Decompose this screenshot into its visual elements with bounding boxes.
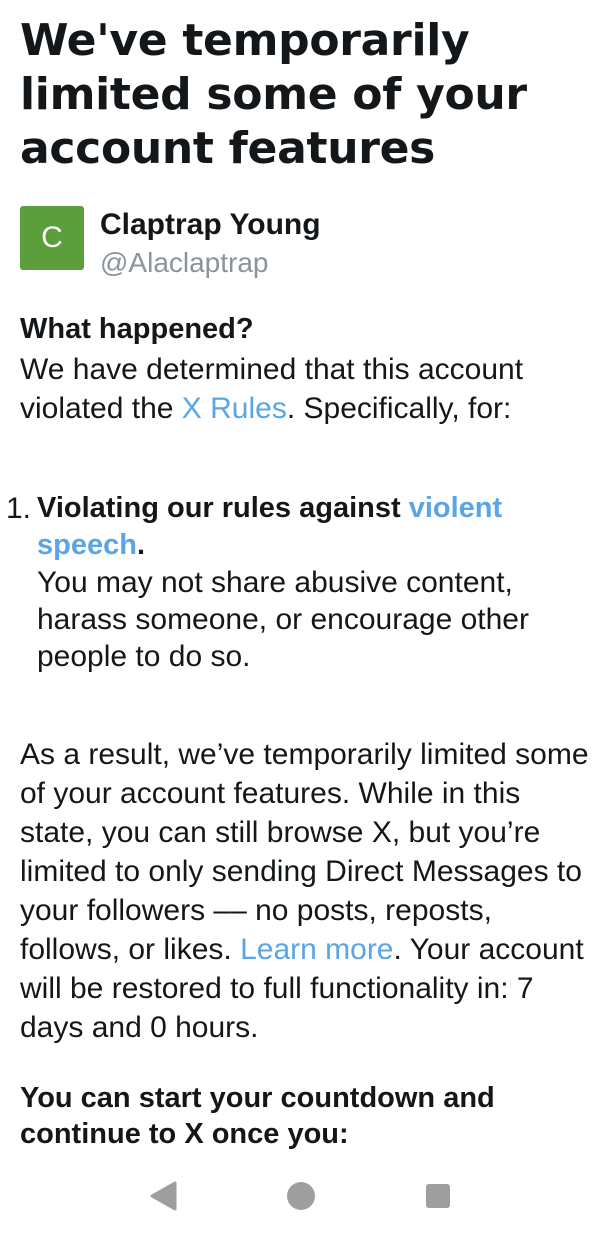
android-nav-bar (0, 1160, 600, 1234)
violation-number: 1. (6, 492, 32, 525)
result-text-start: As a result, we’ve temporarily limited s… (20, 738, 589, 966)
profile-name: Claptrap Young (100, 208, 321, 241)
violation-title: Violating our rules against violent spee… (37, 490, 577, 564)
what-happened-text: We have determined that this account vio… (20, 350, 580, 428)
countdown-heading: You can start your countdown and continu… (20, 1082, 495, 1150)
x-rules-link[interactable]: X Rules (182, 392, 287, 425)
violation-title-suffix: . (136, 529, 146, 561)
profile-handle: @Alaclaptrap (100, 247, 269, 278)
home-circle-icon[interactable] (286, 1180, 316, 1217)
recents-square-icon[interactable] (424, 1180, 452, 1217)
violation-description: You may not share abusive content, haras… (37, 566, 529, 673)
violation-title-prefix: Violating our rules against (37, 492, 409, 524)
profile-text: Claptrap Young @Alaclaptrap (100, 206, 321, 280)
what-happened-heading: What happened? (20, 313, 254, 345)
page-title: We've temporarily limited some of your a… (20, 15, 527, 174)
account-limited-page: We've temporarily limited some of your a… (0, 0, 600, 1234)
what-happened-text-end: . Specifically, for: (286, 392, 512, 425)
avatar: C (20, 206, 84, 270)
back-triangle-icon[interactable] (148, 1180, 178, 1217)
result-text: As a result, we’ve temporarily limited s… (20, 735, 590, 1047)
violation-item: Violating our rules against violent spee… (37, 490, 577, 675)
profile-card: C Claptrap Young @Alaclaptrap (20, 206, 321, 280)
learn-more-link[interactable]: Learn more (240, 933, 393, 966)
